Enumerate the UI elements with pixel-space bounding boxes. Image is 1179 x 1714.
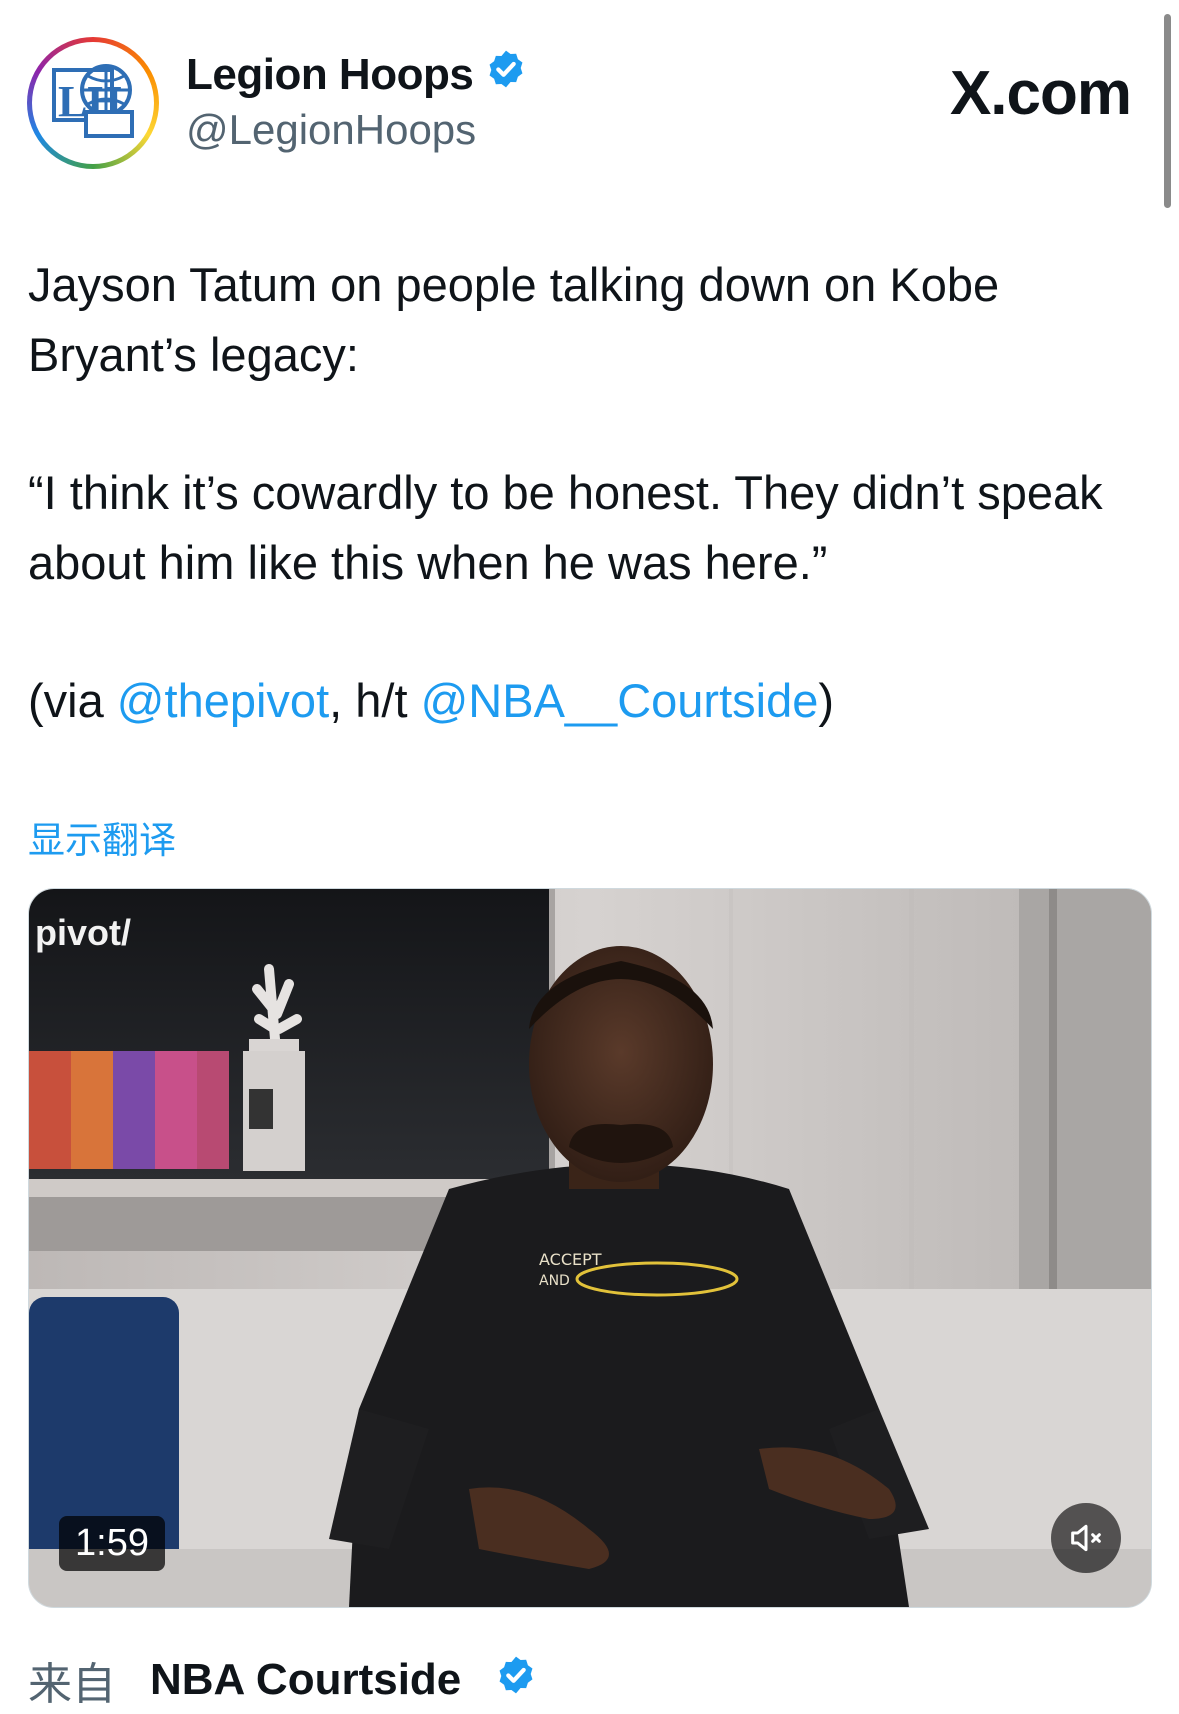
tweet-line-intro: Jayson Tatum on people talking down on K… bbox=[28, 258, 1000, 381]
source-account-name[interactable]: NBA Courtside bbox=[150, 1655, 461, 1705]
legion-hoops-logo: LH bbox=[52, 64, 134, 138]
video-watermark: pivot/ bbox=[35, 912, 131, 953]
mute-button[interactable] bbox=[1051, 1503, 1121, 1573]
show-translation-link[interactable]: 显示翻译 bbox=[28, 810, 176, 864]
verified-badge-icon bbox=[495, 1654, 537, 1707]
credits-closing: ) bbox=[818, 674, 834, 727]
source-from-label: 来自 bbox=[28, 1660, 116, 1709]
speaker-muted-icon bbox=[1071, 1524, 1101, 1552]
site-label: X.com bbox=[949, 59, 1132, 128]
author-handle[interactable]: @LegionHoops bbox=[186, 106, 476, 154]
tweet-quote: “I think it’s cowardly to be honest. The… bbox=[28, 466, 1103, 589]
ht-text: , h/t bbox=[329, 674, 421, 727]
tweet-text: Jayson Tatum on people talking down on K… bbox=[28, 250, 1148, 736]
author-avatar[interactable]: LH bbox=[27, 37, 159, 169]
via-prefix: (via bbox=[28, 674, 117, 727]
mention-nba-courtside[interactable]: @NBA__Courtside bbox=[421, 674, 819, 727]
tweet-credits: (via @thepivot, h/t @NBA__Courtside) bbox=[28, 666, 1148, 736]
author-name-text: Legion Hoops bbox=[186, 49, 474, 99]
svg-text:ACCEPT: ACCEPT bbox=[539, 1250, 602, 1269]
video-duration: 1:59 bbox=[59, 1516, 165, 1571]
svg-text:AND: AND bbox=[539, 1273, 570, 1289]
author-name[interactable]: Legion Hoops bbox=[186, 48, 527, 101]
mention-thepivot[interactable]: @thepivot bbox=[117, 674, 329, 727]
video-source: 来自 NBA Courtside bbox=[28, 1648, 537, 1712]
video-frame: ACCEPT AND pivot/ bbox=[29, 889, 1151, 1607]
video-player[interactable]: ACCEPT AND pivot/ 1:59 bbox=[28, 888, 1152, 1608]
verified-badge-icon bbox=[485, 48, 527, 101]
scrollbar[interactable] bbox=[1164, 14, 1171, 208]
